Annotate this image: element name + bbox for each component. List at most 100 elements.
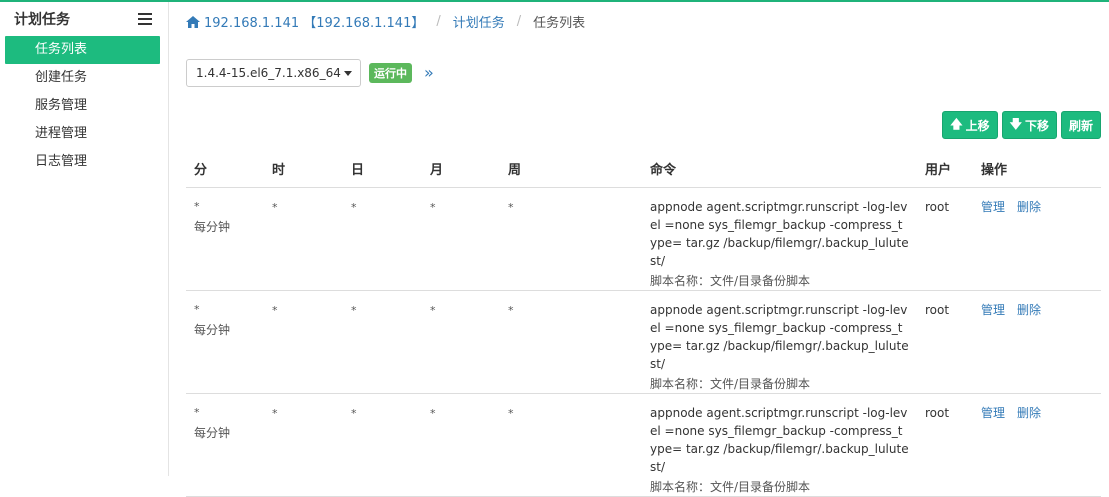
- cell-week: *: [500, 187, 642, 291]
- breadcrumb: 192.168.1.141 【192.168.1.141】 / 计划任务 / 任…: [186, 12, 585, 31]
- arrow-down-icon: 🡇: [1009, 116, 1022, 131]
- day-value: *: [351, 303, 357, 317]
- month-value: *: [430, 303, 436, 317]
- home-icon[interactable]: [186, 15, 200, 28]
- day-value: *: [351, 200, 357, 214]
- user-value: root: [925, 199, 950, 214]
- month-value: *: [430, 200, 436, 214]
- hour-value: *: [272, 406, 278, 420]
- refresh-button[interactable]: 刷新: [1060, 111, 1101, 139]
- column-header-hour: 时: [264, 150, 343, 188]
- week-value: *: [508, 406, 514, 420]
- command-text: appnode agent.scriptmgr.runscript -log-l…: [650, 302, 909, 371]
- script-name: 脚本名称：文件/目录备份脚本: [650, 273, 811, 288]
- user-value: root: [925, 405, 950, 420]
- cell-minute: * 每分钟: [186, 187, 264, 291]
- sidebar-item-create-task[interactable]: 创建任务: [5, 64, 160, 92]
- table-header-row: 分 时 日 月 周 命令 用户 操作: [186, 150, 1101, 188]
- double-chevron-right-icon[interactable]: »: [424, 65, 434, 81]
- toolbar: 1.4.4-15.el6_7.1.x86_64 运行中 »: [186, 59, 434, 87]
- hour-value: *: [272, 303, 278, 317]
- cell-hour: *: [264, 393, 343, 497]
- task-table: 分 时 日 月 周 命令 用户 操作 * 每分钟 * * * * appnode agent…: [186, 150, 1101, 497]
- cell-command: appnode agent.scriptmgr.runscript -log-l…: [642, 290, 917, 394]
- delete-link[interactable]: 删除: [1017, 406, 1041, 420]
- minute-value: *: [194, 302, 200, 316]
- cell-actions: 管理 删除: [973, 187, 1101, 291]
- cell-month: *: [422, 187, 500, 291]
- menu-toggle-icon[interactable]: [138, 13, 152, 25]
- chevron-down-icon: [344, 70, 352, 76]
- cell-actions: 管理 删除: [973, 393, 1101, 497]
- minute-description: 每分钟: [194, 219, 231, 234]
- cell-month: *: [422, 290, 500, 394]
- manage-link[interactable]: 管理: [981, 200, 1005, 214]
- version-select-value: 1.4.4-15.el6_7.1.x86_64: [196, 66, 341, 80]
- delete-link[interactable]: 删除: [1017, 200, 1041, 214]
- table-row: * 每分钟 * * * * appnode agent.scriptmgr.runscrip…: [186, 393, 1101, 497]
- delete-link[interactable]: 删除: [1017, 303, 1041, 317]
- minute-value: *: [194, 405, 200, 419]
- status-badge: 运行中: [369, 63, 412, 83]
- breadcrumb-separator: /: [436, 14, 441, 29]
- sidebar-item-service-management[interactable]: 服务管理: [5, 92, 160, 120]
- table-row: * 每分钟 * * * * appnode agent.scriptmgr.runscrip…: [186, 290, 1101, 394]
- script-name: 脚本名称：文件/目录备份脚本: [650, 376, 811, 391]
- minute-value: *: [194, 199, 200, 213]
- sidebar-item-process-management[interactable]: 进程管理: [5, 120, 160, 148]
- cell-actions: 管理 删除: [973, 290, 1101, 394]
- sidebar-header: 计划任务: [0, 2, 168, 36]
- action-buttons: 🡅 上移 🡇 下移 刷新: [942, 111, 1101, 139]
- move-up-label: 上移: [965, 118, 990, 133]
- breadcrumb-current: 任务列表: [533, 16, 586, 31]
- cell-minute: * 每分钟: [186, 393, 264, 497]
- column-header-command: 命令: [642, 150, 917, 188]
- sidebar: 计划任务 任务列表 创建任务 服务管理 进程管理 日志管理: [0, 2, 169, 476]
- move-down-button[interactable]: 🡇 下移: [1001, 111, 1057, 139]
- move-down-label: 下移: [1024, 118, 1049, 133]
- cell-month: *: [422, 393, 500, 497]
- cell-command: appnode agent.scriptmgr.runscript -log-l…: [642, 187, 917, 291]
- column-header-user: 用户: [917, 150, 973, 188]
- table-row: * 每分钟 * * * * appnode agent.scriptmgr.runscrip…: [186, 187, 1101, 291]
- sidebar-title: 计划任务: [14, 12, 70, 28]
- manage-link[interactable]: 管理: [981, 303, 1005, 317]
- column-header-month: 月: [422, 150, 500, 188]
- day-value: *: [351, 406, 357, 420]
- week-value: *: [508, 200, 514, 214]
- cell-day: *: [343, 393, 422, 497]
- sidebar-item-log-management[interactable]: 日志管理: [5, 148, 160, 176]
- cell-command: appnode agent.scriptmgr.runscript -log-l…: [642, 393, 917, 497]
- breadcrumb-separator: /: [516, 14, 522, 29]
- sidebar-item-task-list[interactable]: 任务列表: [5, 36, 160, 64]
- column-header-day: 日: [343, 150, 422, 188]
- cell-user: root: [917, 393, 973, 497]
- arrow-up-icon: 🡅: [950, 116, 963, 131]
- version-select[interactable]: 1.4.4-15.el6_7.1.x86_64: [186, 59, 361, 87]
- minute-description: 每分钟: [194, 322, 231, 337]
- cell-minute: * 每分钟: [186, 290, 264, 394]
- cell-week: *: [500, 393, 642, 497]
- cell-hour: *: [264, 290, 343, 394]
- hour-value: *: [272, 200, 278, 214]
- cell-day: *: [343, 290, 422, 394]
- cell-user: root: [917, 187, 973, 291]
- column-header-minute: 分: [186, 150, 264, 188]
- command-text: appnode agent.scriptmgr.runscript -log-l…: [650, 199, 909, 268]
- cell-user: root: [917, 290, 973, 394]
- month-value: *: [430, 406, 436, 420]
- minute-description: 每分钟: [194, 425, 231, 440]
- week-value: *: [508, 303, 514, 317]
- column-header-actions: 操作: [973, 150, 1101, 188]
- command-text: appnode agent.scriptmgr.runscript -log-l…: [650, 405, 909, 474]
- user-value: root: [925, 302, 950, 317]
- script-name: 脚本名称：文件/目录备份脚本: [650, 479, 811, 494]
- move-up-button[interactable]: 🡅 上移: [942, 111, 998, 139]
- breadcrumb-host-link[interactable]: 192.168.1.141 【192.168.1.141】: [204, 12, 424, 31]
- manage-link[interactable]: 管理: [981, 406, 1005, 420]
- cell-week: *: [500, 290, 642, 394]
- cell-day: *: [343, 187, 422, 291]
- cell-hour: *: [264, 187, 343, 291]
- column-header-week: 周: [500, 150, 642, 188]
- breadcrumb-section-link[interactable]: 计划任务: [453, 12, 505, 31]
